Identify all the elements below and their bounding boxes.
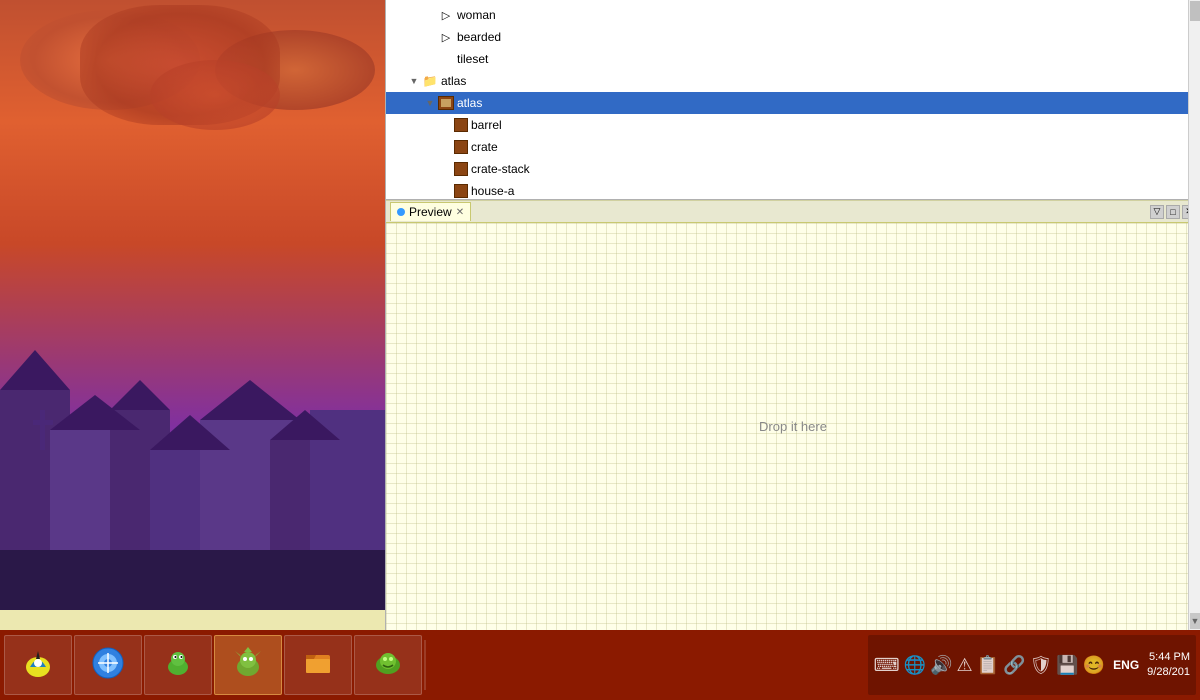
- tree-label-tileset: tileset: [457, 52, 488, 66]
- roof-3: [110, 380, 170, 410]
- house-a-icon: [454, 184, 468, 198]
- tree-item-crate[interactable]: crate: [386, 136, 1200, 158]
- tileset-icon: [438, 51, 454, 67]
- tree-item-bearded[interactable]: ▷ bearded: [386, 26, 1200, 48]
- tree-scrollbar[interactable]: ▼: [1188, 0, 1200, 200]
- barrel-icon: [454, 118, 468, 132]
- woman-icon: ▷: [438, 7, 454, 23]
- tree-label-atlas-folder: atlas: [441, 74, 466, 88]
- network-tray-icon[interactable]: 🌐: [904, 655, 926, 676]
- taskbar-game[interactable]: [354, 635, 422, 695]
- inkscape-icon: [20, 645, 56, 686]
- link-tray-icon[interactable]: 🔗: [1003, 655, 1025, 676]
- taskbar-dino[interactable]: [144, 635, 212, 695]
- roof-6: [270, 410, 340, 440]
- tree-label-woman: woman: [457, 8, 496, 22]
- tree-label-house-a: house-a: [471, 184, 514, 198]
- clipboard-tray-icon[interactable]: 📋: [977, 655, 999, 676]
- tree-arrow-house-a: [438, 183, 454, 199]
- tree-arrow-woman: [422, 7, 438, 23]
- language-indicator[interactable]: ENG: [1109, 658, 1143, 672]
- alert-tray-icon[interactable]: ⚠: [956, 655, 972, 676]
- taskbar-separator: [424, 640, 426, 690]
- preview-tab-close[interactable]: ✕: [456, 207, 464, 218]
- tree-arrow-barrel: [438, 117, 454, 133]
- ground: [0, 550, 385, 610]
- browser-icon: [90, 645, 126, 686]
- tree-item-crate-stack[interactable]: crate-stack: [386, 158, 1200, 180]
- clock-date: 9/28/201: [1147, 665, 1190, 680]
- tree-container: ▷ woman ▷ bearded t: [386, 0, 1200, 200]
- volume-tray-icon[interactable]: 🔊: [930, 655, 952, 676]
- cloud4: [150, 60, 280, 130]
- tree-item-house-a[interactable]: house-a: [386, 180, 1200, 200]
- tree-item-tileset[interactable]: tileset: [386, 48, 1200, 70]
- dino-icon: [160, 645, 196, 686]
- taskbar-inkscape[interactable]: [4, 635, 72, 695]
- clock-area: 5:44 PM 9/28/201: [1147, 650, 1190, 681]
- preview-content[interactable]: Drop it here: [386, 223, 1200, 630]
- taskbar-files[interactable]: [284, 635, 352, 695]
- preview-tab-indicator: [397, 208, 405, 216]
- preview-tab[interactable]: Preview ✕: [390, 202, 471, 221]
- roof-1: [0, 350, 70, 390]
- file-tree[interactable]: ▷ woman ▷ bearded t: [386, 0, 1200, 200]
- clock-time: 5:44 PM: [1147, 650, 1190, 665]
- storage-tray-icon[interactable]: 💾: [1056, 655, 1078, 676]
- game-icon: [370, 645, 406, 686]
- preview-minimize-btn[interactable]: ▽: [1150, 205, 1164, 219]
- main-content: ▷ woman ▷ bearded t: [0, 0, 1200, 630]
- face-tray-icon[interactable]: 😊: [1083, 655, 1105, 676]
- tree-label-crate: crate: [471, 140, 498, 154]
- tree-item-atlas-folder[interactable]: atlas: [386, 70, 1200, 92]
- preview-tab-bar: Preview ✕ ▽ □ ✕: [386, 201, 1200, 223]
- system-tray: ⌨ 🌐 🔊 ⚠ 📋 🔗 🛡 💾 😊 ENG 5:44 PM 9/28/201: [868, 635, 1196, 695]
- crate-stack-icon: [454, 162, 468, 176]
- tree-label-crate-stack: crate-stack: [471, 162, 530, 176]
- tree-label-barrel: barrel: [471, 118, 502, 132]
- tree-arrow-bearded: [422, 29, 438, 45]
- atlas-folder-icon: [422, 73, 438, 89]
- tree-arrow-atlas-folder: [406, 73, 422, 89]
- taskbar-dragon[interactable]: [214, 635, 282, 695]
- files-icon: [300, 645, 336, 686]
- taskbar: ⌨ 🌐 🔊 ⚠ 📋 🔗 🛡 💾 😊 ENG 5:44 PM 9/28/201: [0, 630, 1200, 700]
- tree-label-atlas-file: atlas: [457, 96, 482, 110]
- preview-restore-btn[interactable]: □: [1166, 205, 1180, 219]
- right-panel: ▷ woman ▷ bearded t: [385, 0, 1200, 630]
- tree-arrow-atlas-file: [422, 95, 438, 111]
- tree-arrow-tileset: [422, 51, 438, 67]
- artwork-image: [0, 0, 385, 610]
- roof-4: [150, 415, 230, 450]
- tree-item-barrel[interactable]: barrel: [386, 114, 1200, 136]
- preview-tab-label: Preview: [409, 205, 452, 219]
- shield-tray-icon[interactable]: 🛡: [1029, 655, 1052, 676]
- tree-item-woman[interactable]: ▷ woman: [386, 4, 1200, 26]
- bearded-icon: ▷: [438, 29, 454, 45]
- tree-arrow-crate: [438, 139, 454, 155]
- preview-panel: Preview ✕ ▽ □ ✕ Drop it here: [386, 200, 1200, 630]
- taskbar-browser[interactable]: [74, 635, 142, 695]
- crate-icon: [454, 140, 468, 154]
- keyboard-tray-icon[interactable]: ⌨: [874, 655, 900, 676]
- app-container: ▷ woman ▷ bearded t: [0, 0, 1200, 700]
- tree-arrow-crate-stack: [438, 161, 454, 177]
- artwork-panel: [0, 0, 385, 630]
- dragon-icon: [230, 645, 266, 686]
- tree-label-bearded: bearded: [457, 30, 501, 44]
- drop-text: Drop it here: [759, 419, 827, 434]
- atlas-file-icon: [438, 96, 454, 110]
- tree-item-atlas-file[interactable]: atlas: [386, 92, 1200, 114]
- town-layer: [0, 214, 385, 611]
